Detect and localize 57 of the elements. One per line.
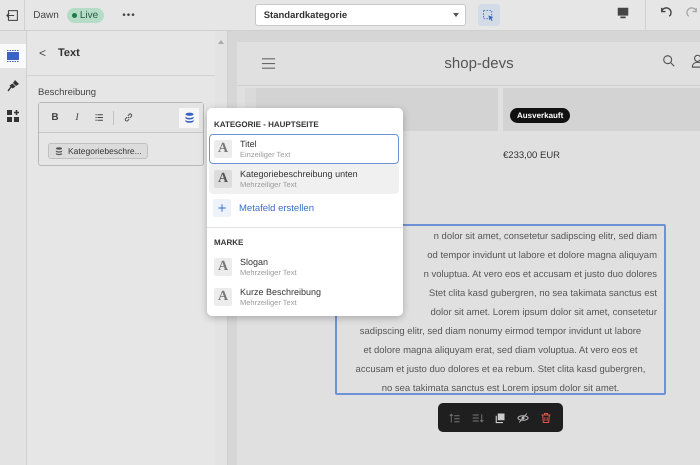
option-title: Slogan	[240, 257, 270, 267]
text-type-icon: A	[214, 140, 232, 158]
exit-icon	[6, 8, 19, 22]
paragraph-line: dolor sit amet. Lorem ipsum dolor sit amet, consetetur	[429, 306, 658, 320]
database-icon	[54, 146, 64, 156]
move-up-icon	[449, 412, 462, 424]
rich-text-editor[interactable]: B I Kategoriebeschre...	[38, 102, 204, 166]
text-type-icon: A	[214, 288, 232, 306]
source-chip[interactable]: Kategoriebeschre...	[48, 143, 148, 159]
scroll-up-icon	[217, 38, 225, 46]
back-button[interactable]: <	[39, 46, 46, 60]
create-metafield-button[interactable]: Metafeld erstellen	[213, 196, 314, 220]
select-cursor-icon	[482, 8, 496, 22]
italic-button[interactable]: I	[67, 108, 87, 128]
group-heading: MARKE	[213, 237, 244, 249]
hidden-icon	[517, 412, 530, 424]
list-icon	[94, 112, 104, 123]
field-label: Beschreibung	[38, 87, 98, 98]
bold-button[interactable]: B	[45, 108, 65, 128]
database-icon	[182, 111, 196, 124]
move-down-icon	[472, 412, 484, 424]
paragraph-line: accusam et justo duo dolores et ea rebum. Stet clita kasd gubergren,	[354, 363, 646, 377]
option-title: Kurze Beschreibung	[240, 287, 322, 297]
dynamic-source-button[interactable]	[179, 108, 199, 128]
paragraph-line: Stet clita kasd gubergren, no sea takimata sanctus est	[428, 287, 658, 301]
plus-icon	[217, 203, 227, 213]
account-icon	[690, 54, 700, 68]
layout-icon	[5, 48, 21, 64]
paragraph-line: od tempor invidunt ut labore et dolore magna aliquyam	[426, 249, 658, 263]
option-title: Titel	[240, 139, 258, 149]
brush-icon	[5, 78, 21, 94]
product-price: €233,00 EUR	[503, 150, 562, 161]
paragraph-line: n dolor sit amet, consetetur sadipscing elitr, sed diam	[432, 230, 658, 244]
delete-icon	[540, 412, 552, 424]
apps-icon	[5, 108, 21, 124]
desktop-icon	[616, 6, 630, 20]
store-name: shop-devs	[443, 55, 515, 72]
option-title: Kategoriebeschreibung unten	[240, 169, 358, 179]
search-icon	[662, 54, 676, 68]
theme-name: Dawn	[33, 10, 59, 20]
text-type-icon: A	[214, 170, 232, 188]
sidebar-tab[interactable]	[0, 44, 26, 68]
paragraph-line: n voluptua. At vero eos et accusam et justo duo dolores	[422, 268, 658, 282]
paragraph-line: no sea takimata sanctus est Lorem ipsum dolor sit amet.	[380, 382, 620, 396]
inspect-button[interactable]	[478, 4, 500, 26]
paragraph-line: et dolore magna aliquyam erat, sed diam voluptua. At vero eos et	[362, 344, 639, 358]
status-badge: Live	[66, 8, 104, 22]
paragraph-line: sadipscing elitr, sed diam nonumy eirmod tempor invidunt ut labore	[358, 325, 642, 339]
link-icon	[122, 112, 134, 123]
duplicate-icon	[494, 412, 506, 424]
text-type-icon: A	[214, 258, 232, 276]
group-heading: KATEGORIE - HAUPTSEITE	[213, 119, 320, 131]
sold-out-badge: Ausverkauft	[510, 108, 570, 123]
template-select[interactable]: Standardkategorie	[254, 4, 466, 26]
panel-title: Text	[58, 47, 80, 59]
more-button[interactable]: •••	[122, 10, 136, 20]
menu-icon	[261, 56, 276, 71]
